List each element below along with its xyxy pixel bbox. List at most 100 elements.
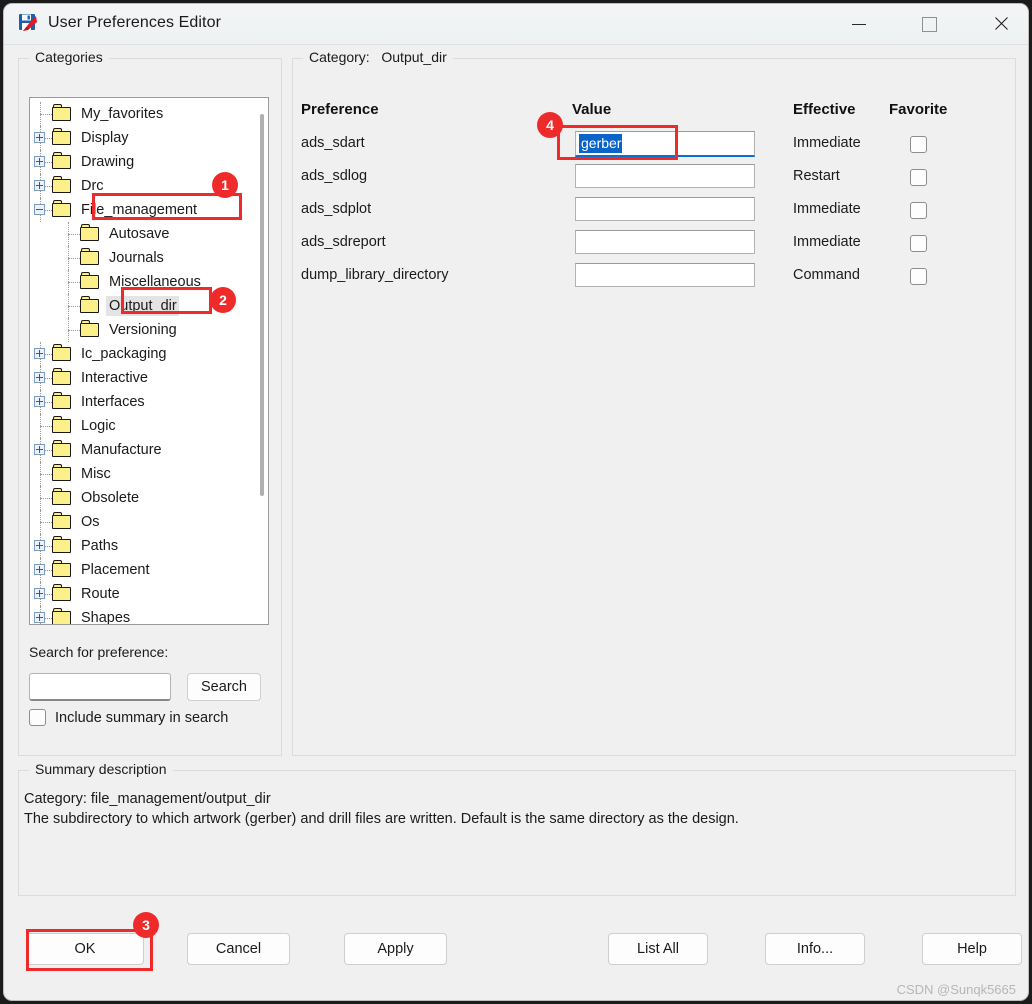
- expand-plus-icon[interactable]: [34, 396, 45, 407]
- folder-icon: [52, 467, 72, 482]
- summary-description-group: Summary description: [18, 770, 1016, 896]
- sidebar-item-obsolete[interactable]: Obsolete: [30, 486, 268, 510]
- folder-icon-body: [80, 275, 99, 289]
- search-input[interactable]: [29, 673, 171, 701]
- expand-plus-icon[interactable]: [34, 180, 45, 191]
- search-button[interactable]: Search: [187, 673, 261, 701]
- folder-icon-body: [80, 299, 99, 313]
- effective-value-dump-library-directory: Command: [793, 267, 860, 283]
- expand-plus-icon[interactable]: [34, 564, 45, 575]
- twisty-vertical-bar: [39, 398, 40, 405]
- sidebar-item-logic[interactable]: Logic: [30, 414, 268, 438]
- sidebar-item-label: Drc: [78, 176, 106, 196]
- favorite-checkbox-ads-sdart[interactable]: [910, 136, 927, 153]
- folder-icon-body: [52, 539, 71, 553]
- dump-library-directory-value-input[interactable]: [575, 263, 755, 287]
- preference-name-ads-sdart: ads_sdart: [301, 135, 365, 151]
- twisty-vertical-bar: [39, 374, 40, 381]
- expand-plus-icon[interactable]: [34, 588, 45, 599]
- sidebar-item-interfaces[interactable]: Interfaces: [30, 390, 268, 414]
- sidebar-item-label: My_favorites: [78, 104, 165, 124]
- maximize-button[interactable]: [906, 4, 952, 44]
- ads-sdplot-value-input[interactable]: [575, 197, 755, 221]
- info-button[interactable]: Info...: [765, 933, 865, 965]
- sidebar-item-manufacture[interactable]: Manufacture: [30, 438, 268, 462]
- sidebar-item-output_dir[interactable]: Output_dir: [30, 294, 268, 318]
- effective-value-ads-sdlog: Restart: [793, 168, 840, 184]
- sidebar-item-route[interactable]: Route: [30, 582, 268, 606]
- sidebar-item-label: Interfaces: [78, 392, 147, 412]
- folder-icon-body: [80, 227, 99, 241]
- expand-plus-icon[interactable]: [34, 372, 45, 383]
- expand-plus-icon[interactable]: [34, 444, 45, 455]
- sidebar-item-label: Display: [78, 128, 131, 148]
- include-summary-checkbox[interactable]: [29, 709, 46, 726]
- folder-icon-body: [52, 107, 71, 121]
- twisty-vertical-bar: [39, 134, 40, 141]
- tree-scrollbar[interactable]: [260, 114, 264, 496]
- sidebar-item-paths[interactable]: Paths: [30, 534, 268, 558]
- preference-name-dump-library-directory: dump_library_directory: [301, 267, 448, 283]
- folder-icon: [52, 131, 72, 146]
- categories-group: Categories My_favoritesDisplayDrawingDrc…: [18, 58, 282, 756]
- favorite-checkbox-ads-sdlog[interactable]: [910, 169, 927, 186]
- tree-connector-line: [40, 498, 52, 499]
- summary-category-line: Category: file_management/output_dir: [24, 791, 271, 807]
- title-bar: User Preferences Editor: [4, 4, 1028, 45]
- tree-connector-line: [68, 330, 80, 331]
- sidebar-item-versioning[interactable]: Versioning: [30, 318, 268, 342]
- collapse-minus-icon[interactable]: [34, 204, 45, 215]
- tree-connector-line: [40, 114, 52, 115]
- expand-plus-icon[interactable]: [34, 132, 45, 143]
- twisty-vertical-bar: [39, 350, 40, 357]
- sidebar-item-os[interactable]: Os: [30, 510, 268, 534]
- sidebar-item-misc[interactable]: Misc: [30, 462, 268, 486]
- favorite-checkbox-ads-sdplot[interactable]: [910, 202, 927, 219]
- twisty-vertical-bar: [39, 590, 40, 597]
- sidebar-item-label: Obsolete: [78, 488, 141, 508]
- minimize-button[interactable]: [836, 4, 882, 44]
- folder-icon: [80, 227, 100, 242]
- ads-sdart-value-selected-text: gerber: [579, 134, 622, 153]
- folder-icon: [52, 371, 72, 386]
- sidebar-item-miscellaneous[interactable]: Miscellaneous: [30, 270, 268, 294]
- sidebar-item-shapes[interactable]: Shapes: [30, 606, 268, 625]
- sidebar-item-interactive[interactable]: Interactive: [30, 366, 268, 390]
- expand-plus-icon[interactable]: [34, 348, 45, 359]
- ads-sdlog-value-input[interactable]: [575, 164, 755, 188]
- preference-name-ads-sdreport: ads_sdreport: [301, 234, 386, 250]
- column-header-effective: Effective: [793, 101, 856, 118]
- categories-tree[interactable]: My_favorites DisplayDrawingDrcFile_manage…: [29, 97, 269, 625]
- ads-sdreport-value-input[interactable]: [575, 230, 755, 254]
- folder-icon-body: [52, 203, 71, 217]
- sidebar-item-drawing[interactable]: Drawing: [30, 150, 268, 174]
- ok-button[interactable]: OK: [26, 933, 144, 965]
- expand-plus-icon[interactable]: [34, 612, 45, 623]
- sidebar-item-drc[interactable]: Drc: [30, 174, 268, 198]
- sidebar-item-label: Os: [78, 512, 102, 532]
- sidebar-item-my_favorites[interactable]: My_favorites: [30, 102, 268, 126]
- tree-connector-line: [40, 522, 52, 523]
- include-summary-row[interactable]: Include summary in search: [29, 709, 228, 726]
- close-icon: [993, 16, 1009, 32]
- list-all-button[interactable]: List All: [608, 933, 708, 965]
- sidebar-item-placement[interactable]: Placement: [30, 558, 268, 582]
- sidebar-item-label: Journals: [106, 248, 166, 268]
- sidebar-item-ic_packaging[interactable]: Ic_packaging: [30, 342, 268, 366]
- sidebar-item-label: Route: [78, 584, 122, 604]
- expand-plus-icon[interactable]: [34, 540, 45, 551]
- sidebar-item-display[interactable]: Display: [30, 126, 268, 150]
- include-summary-label: Include summary in search: [55, 710, 228, 726]
- expand-plus-icon[interactable]: [34, 156, 45, 167]
- preference-name-ads-sdplot: ads_sdplot: [301, 201, 371, 217]
- sidebar-item-file_management[interactable]: File_management: [30, 198, 268, 222]
- apply-button[interactable]: Apply: [344, 933, 447, 965]
- sidebar-item-journals[interactable]: Journals: [30, 246, 268, 270]
- help-button[interactable]: Help: [922, 933, 1022, 965]
- favorite-checkbox-dump-library-directory[interactable]: [910, 268, 927, 285]
- favorite-checkbox-ads-sdreport[interactable]: [910, 235, 927, 252]
- sidebar-item-autosave[interactable]: Autosave: [30, 222, 268, 246]
- cancel-button[interactable]: Cancel: [187, 933, 290, 965]
- close-button[interactable]: [978, 4, 1024, 44]
- twisty-vertical-bar: [39, 566, 40, 573]
